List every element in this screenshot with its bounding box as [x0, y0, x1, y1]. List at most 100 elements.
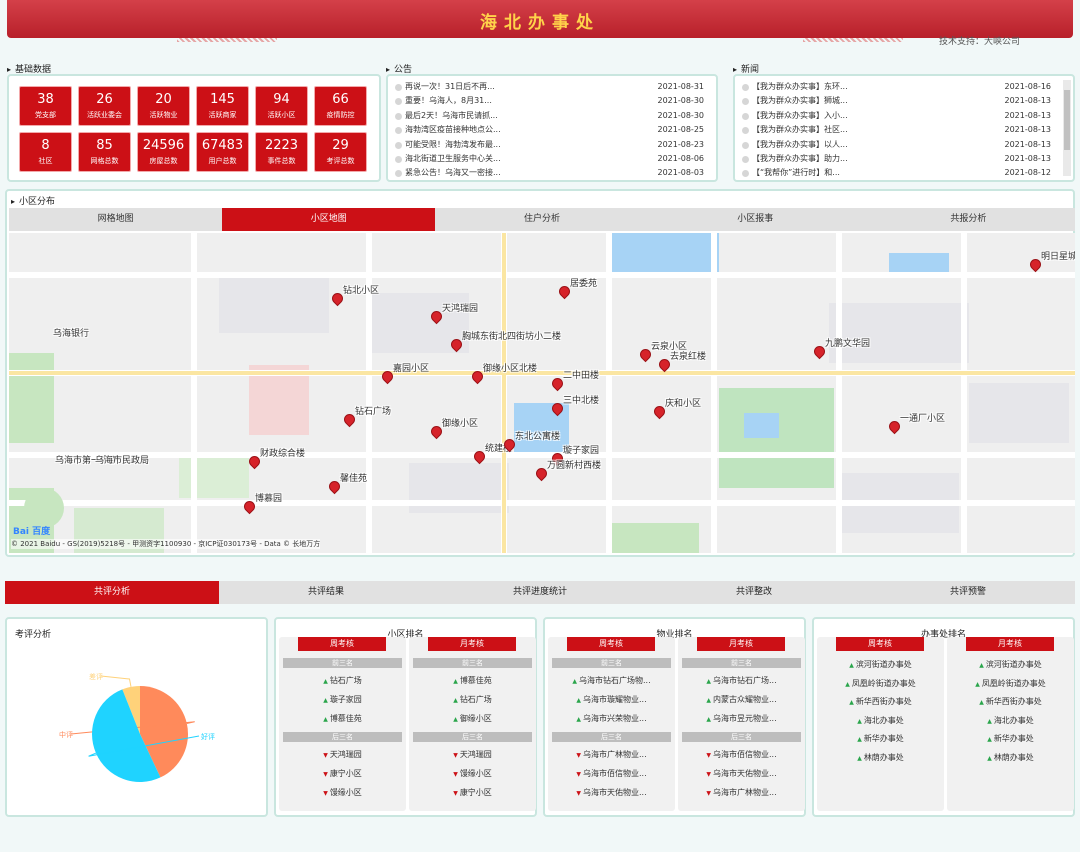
rank-item: ▲ 滨河街道办事处 — [947, 659, 1074, 670]
stat-tile[interactable]: 85 网格总数 — [78, 132, 131, 172]
rank-item-label: 天鸿瑞园 — [459, 750, 492, 759]
rank-period-button[interactable]: 周考核 — [836, 637, 924, 651]
arrow-up-icon: ▲ — [576, 697, 581, 704]
map-label: 乌海银行 — [53, 329, 90, 339]
news-item[interactable]: 【我为群众办实事】助力... 2021-08-13 — [741, 152, 1067, 166]
rank-group-bottom: 后三名 — [283, 732, 402, 742]
stat-value: 145 — [210, 92, 235, 107]
notice-title: 最后2天！乌海市民请抓... — [405, 110, 498, 120]
stat-tile[interactable]: 24596 房屋总数 — [137, 132, 190, 172]
map-tab[interactable]: 小区报事 — [649, 208, 862, 231]
rank-column: 月考核 前三名 ▲ 博慕佳苑 ▲ 钻石广场 ▲ 御缘小区 后三名 ▼ 天鸿瑞园 ▼ 馒缘小区 ▼ 康宁小区 — [409, 637, 536, 811]
office-rank-card: 办事处排名 周考核 ▲ 滨河街道办事处 ▲ 凤凰岭街道办事处 ▲ 新华西街办事处 ▲ 海北办事处 ▲… — [812, 617, 1075, 817]
rank-column: 周考核 ▲ 滨河街道办事处 ▲ 凤凰岭街道办事处 ▲ 新华西街办事处 ▲ 海北办事处 ▲ 新华办事处… — [817, 637, 944, 811]
rank-item-label: 滨河街道办事处 — [985, 660, 1042, 669]
news-item[interactable]: 【我为群众办实事】以人... 2021-08-13 — [741, 138, 1067, 152]
evaluation-tab[interactable]: 共评进度统计 — [433, 581, 647, 604]
rank-item: ▼ 乌海市天佑物业... — [548, 787, 675, 798]
arrow-down-icon: ▼ — [706, 771, 711, 778]
stat-tile[interactable]: 26 活跃业委会 — [78, 86, 131, 126]
notice-item[interactable]: 海北街道卫生服务中心关... 2021-08-06 — [394, 152, 710, 166]
notice-item[interactable]: 再说一次！31日后不再... 2021-08-31 — [394, 80, 710, 94]
news-item[interactable]: 【我为群众办实事】社区... 2021-08-13 — [741, 123, 1067, 137]
map-tab[interactable]: 住户分析 — [435, 208, 648, 231]
notice-item[interactable]: 最后2天！乌海市民请抓... 2021-08-30 — [394, 109, 710, 123]
rank-period-button[interactable]: 周考核 — [567, 637, 655, 651]
rank-item-label: 乌海市天佑物业... — [712, 769, 777, 778]
notice-date: 2021-08-25 — [657, 125, 705, 135]
header-stripe-left — [177, 38, 277, 42]
rank-period-button[interactable]: 周考核 — [298, 637, 386, 651]
arrow-up-icon: ▲ — [706, 697, 711, 704]
rank-item-label: 博慕佳苑 — [459, 676, 492, 685]
news-item[interactable]: 【我为群众办实事】入小... 2021-08-13 — [741, 109, 1067, 123]
rank-period-button[interactable]: 月考核 — [966, 637, 1054, 651]
map-tab[interactable]: 网格地图 — [9, 208, 222, 231]
map-tabs: 网格地图 小区地图 住户分析 小区报事 共报分析 — [9, 208, 1075, 231]
arrow-up-icon: ▲ — [849, 699, 854, 706]
stat-tile[interactable]: 29 考评总数 — [314, 132, 367, 172]
evaluation-tab[interactable]: 共评预警 — [861, 581, 1075, 604]
notice-title: 海勃湾区疫苗接种地点公... — [405, 125, 501, 135]
rank-item-label: 乌海市广林物业... — [582, 750, 647, 759]
stat-label: 事件总数 — [267, 157, 296, 165]
notice-item[interactable]: 海勃湾区疫苗接种地点公... 2021-08-25 — [394, 123, 710, 137]
community-map[interactable]: 钻北小区 天鸿瑞园 胸城东街北四街坊小二楼 嘉园小区 御缘小区北楼 钻石广场 御缘小区 财政综… — [9, 233, 1075, 553]
stat-value: 24596 — [142, 138, 185, 153]
rank-item: ▲ 乌海市璇耀物业... — [548, 694, 675, 705]
stat-tile[interactable]: 94 活跃小区 — [255, 86, 308, 126]
news-item[interactable]: 【“我帮你”进行时】和... 2021-08-12 — [741, 166, 1067, 180]
rank-period-button[interactable]: 月考核 — [428, 637, 516, 651]
arrow-down-icon: ▼ — [576, 771, 581, 778]
map-label: 一通厂小区 — [900, 414, 946, 424]
notice-item[interactable]: 重要！乌海人，8月31... 2021-08-30 — [394, 94, 710, 108]
rank-item-label: 钻石广场 — [459, 695, 492, 704]
rank-item-label: 新华办事处 — [863, 734, 904, 743]
rank-column: 月考核 前三名 ▲ 乌海市钻石广场... ▲ 内蒙古众耀物业... ▲ 乌海市昱元物业... 后… — [678, 637, 805, 811]
page-header: 海北办事处 — [7, 0, 1073, 42]
rank-item-label: 乌海市佰信物业... — [582, 769, 647, 778]
notice-item[interactable]: 可能受限！海勃湾发布最... 2021-08-23 — [394, 138, 710, 152]
arrow-up-icon: ▲ — [857, 754, 862, 762]
rank-item: ▼ 乌海市广林物业... — [548, 749, 675, 760]
news-item[interactable]: 【我为群众办实事】狮城... 2021-08-13 — [741, 94, 1067, 108]
notice-date: 2021-08-06 — [657, 153, 705, 163]
rank-item: ▼ 乌海市广林物业... — [678, 787, 805, 798]
rank-item-label: 新华办事处 — [993, 734, 1034, 743]
map-label: 胸城东街北四街坊小二楼 — [462, 332, 562, 342]
rank-item: ▲ 钻石广场 — [279, 675, 406, 686]
rank-item-label: 馒缘小区 — [329, 788, 362, 797]
evaluation-tab[interactable]: 共评结果 — [219, 581, 433, 604]
news-item[interactable]: 【我为群众办实事】东环... 2021-08-16 — [741, 80, 1067, 94]
rank-period-button[interactable]: 月考核 — [697, 637, 785, 651]
rank-item-label: 天鸿瑞园 — [329, 750, 362, 759]
stat-label: 活跃业委会 — [87, 111, 122, 119]
rank-item-label: 乌海市璇耀物业... — [582, 695, 647, 704]
stat-tile[interactable]: 2223 事件总数 — [255, 132, 308, 172]
evaluation-tab[interactable]: 共评整改 — [647, 581, 861, 604]
stat-value: 67483 — [201, 138, 244, 153]
map-tab[interactable]: 小区地图 — [222, 208, 436, 231]
stat-label: 考评总数 — [326, 157, 355, 165]
map-label: 居委苑 — [570, 279, 598, 289]
stat-tile[interactable]: 38 党支部 — [19, 86, 72, 126]
evaluation-tab[interactable]: 共评分析 — [5, 581, 219, 604]
notice-title: 可能受限！海勃湾发布最... — [405, 139, 501, 149]
rank-item: ▲ 滨河街道办事处 — [817, 659, 944, 670]
arrow-down-icon: ▼ — [323, 771, 328, 778]
rank-item-label: 滨河街道办事处 — [855, 660, 912, 669]
news-date: 2021-08-13 — [1004, 110, 1052, 120]
notice-item[interactable]: 紧急公告！乌海又一密接... 2021-08-03 — [394, 166, 710, 180]
stat-tile[interactable]: 67483 用户总数 — [196, 132, 249, 172]
rank-item: ▲ 新华办事处 — [947, 733, 1074, 744]
stat-label: 活跃小区 — [267, 111, 296, 119]
map-label: 博慕园 — [255, 494, 283, 504]
stat-label: 疫情防控 — [326, 111, 355, 119]
stat-tile[interactable]: 20 活跃物业 — [137, 86, 190, 126]
rank-item-label: 乌海市钻石广场... — [712, 676, 777, 685]
arrow-up-icon: ▲ — [706, 716, 711, 723]
stat-tile[interactable]: 66 疫情防控 — [314, 86, 367, 126]
stat-tile[interactable]: 145 活跃商家 — [196, 86, 249, 126]
stat-tile[interactable]: 8 社区 — [19, 132, 72, 172]
map-tab[interactable]: 共报分析 — [862, 208, 1075, 231]
